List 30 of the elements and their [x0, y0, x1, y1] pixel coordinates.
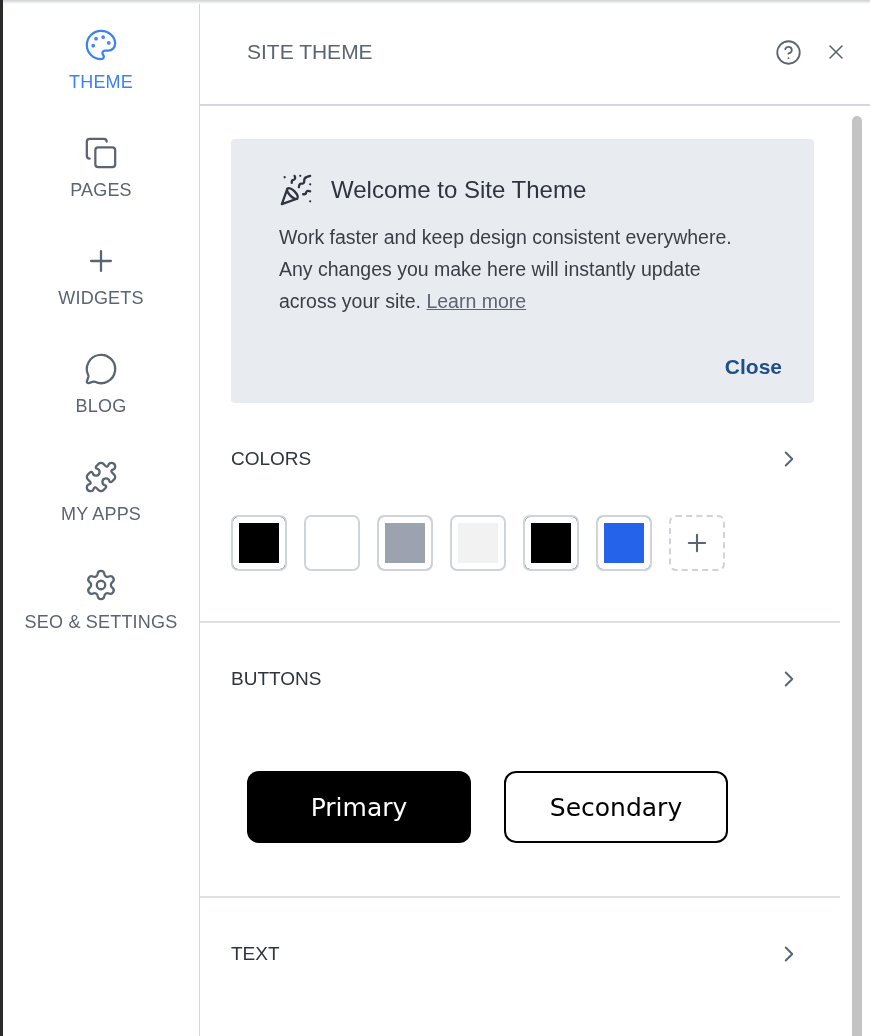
- color-swatch[interactable]: [450, 515, 506, 571]
- sidebar-item[interactable]: SEO & SETTINGS: [24, 568, 178, 654]
- puzzle-icon: [84, 460, 118, 494]
- welcome-title: Welcome to Site Theme: [331, 176, 587, 204]
- primary-button[interactable]: Primary: [247, 771, 471, 843]
- section-title: COLORS: [231, 448, 312, 470]
- party-popper-icon: [279, 173, 313, 207]
- chat-bubble-icon: [84, 352, 118, 386]
- color-swatch[interactable]: [596, 515, 652, 571]
- settings-icon: [84, 568, 118, 602]
- section-title: BUTTONS: [231, 668, 322, 690]
- sidebar-item[interactable]: WIDGETS: [58, 244, 144, 330]
- welcome-text: Work faster and keep design consistent everywhere. Any changes you make here will instantly update across your site. Learn more: [279, 225, 733, 314]
- color-swatch[interactable]: [304, 515, 360, 571]
- sidebar-item[interactable]: BLOG: [75, 352, 127, 438]
- add-color-button[interactable]: [669, 515, 725, 571]
- color-swatch[interactable]: [231, 515, 287, 571]
- close-button[interactable]: Close: [724, 355, 782, 379]
- color-swatch[interactable]: [523, 515, 579, 571]
- sidebar-item[interactable]: MY APPS: [60, 460, 142, 546]
- palette-icon: [84, 28, 118, 62]
- sidebar-item[interactable]: THEME: [69, 28, 133, 114]
- help-icon[interactable]: [775, 38, 802, 66]
- learn-more-link[interactable]: Learn more: [426, 290, 527, 312]
- pages-icon: [84, 136, 118, 170]
- sidebar-item[interactable]: PAGES: [70, 136, 132, 222]
- secondary-button[interactable]: Secondary: [504, 771, 728, 843]
- panel-title: SITE THEME: [247, 40, 374, 64]
- color-swatch[interactable]: [377, 515, 433, 571]
- section-title: TEXT: [231, 943, 280, 965]
